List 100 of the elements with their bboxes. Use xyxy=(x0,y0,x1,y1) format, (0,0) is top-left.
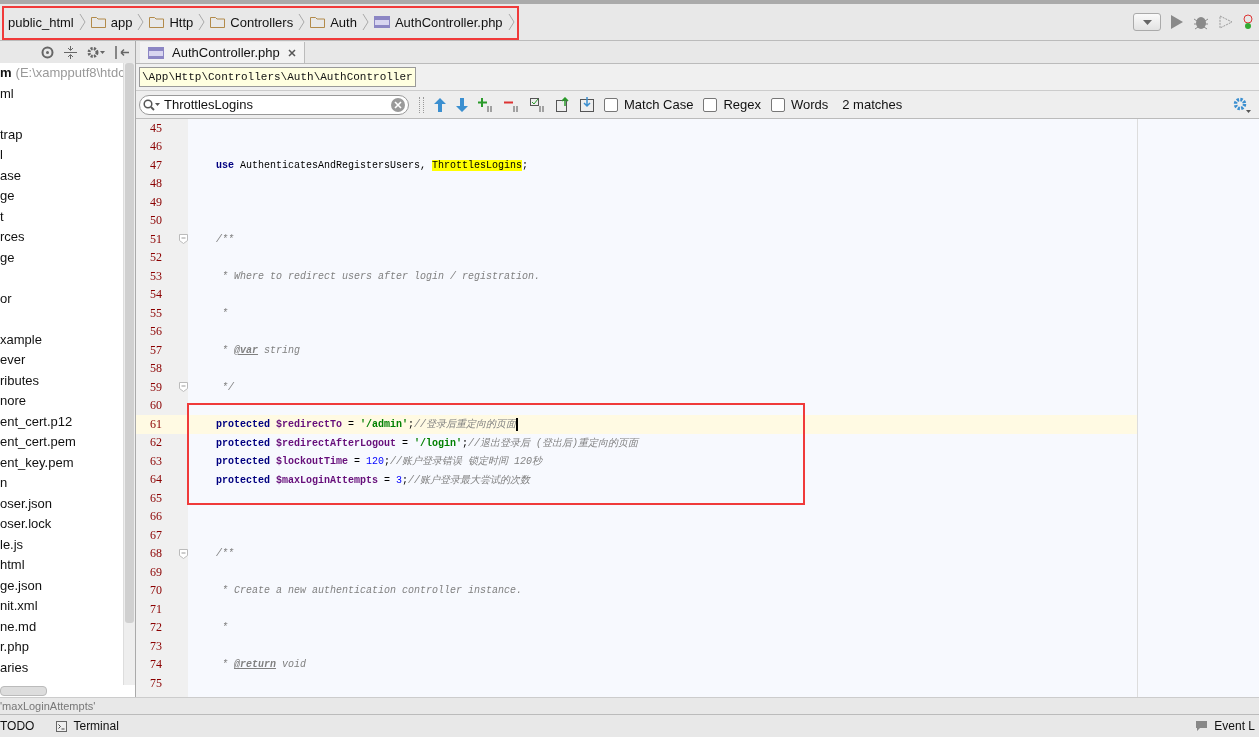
folder-icon xyxy=(310,16,326,28)
php-file-icon xyxy=(373,16,390,28)
tree-item[interactable]: html xyxy=(0,557,25,572)
tree-item[interactable]: or xyxy=(0,290,12,306)
tree-item[interactable]: ml xyxy=(0,85,14,101)
search-icon[interactable] xyxy=(143,98,161,111)
tool-window-button[interactable]: Terminal xyxy=(56,719,119,733)
line-number: 70 xyxy=(149,583,163,599)
line-number: 68 xyxy=(149,546,163,562)
tree-item[interactable]: oser.json xyxy=(0,495,53,511)
tree-item[interactable]: trap xyxy=(0,126,23,142)
checkbox[interactable] xyxy=(604,97,618,112)
line-number: 45 xyxy=(149,120,163,136)
project-root-name[interactable]: m xyxy=(0,65,12,80)
tree-item[interactable]: ever xyxy=(0,352,26,367)
chevron-icon xyxy=(361,13,369,31)
scrollbar-thumb[interactable] xyxy=(0,686,47,696)
clear-icon[interactable] xyxy=(391,97,405,112)
scrollbar-thumb[interactable] xyxy=(125,63,134,623)
code-line: protected $redirectTo = '/admin';//登录后重定向的页面 xyxy=(216,417,519,432)
breadcrumb-item[interactable]: Http xyxy=(149,14,194,30)
bug-icon[interactable] xyxy=(1193,14,1209,30)
search-field[interactable]: ThrottlesLogins xyxy=(139,94,409,115)
tree-item[interactable]: ase xyxy=(0,167,21,183)
arrow-up-icon[interactable] xyxy=(434,97,446,112)
add-occurrence-icon[interactable] xyxy=(478,97,494,112)
editor-tab[interactable]: AuthController.php xyxy=(140,42,305,63)
line-number: 52 xyxy=(149,250,163,266)
collapse-icon[interactable] xyxy=(64,45,77,59)
breadcrumb-item[interactable]: Controllers xyxy=(210,14,294,30)
option-label[interactable]: Words xyxy=(790,97,829,112)
tree-item[interactable]: ge xyxy=(0,188,15,203)
tree-item[interactable]: ributes xyxy=(0,372,40,388)
chevron-icon xyxy=(198,13,206,31)
line-number: 61 xyxy=(149,416,163,432)
tree-item[interactable]: le.js xyxy=(0,536,24,552)
line-number: 60 xyxy=(149,398,163,414)
import-icon[interactable] xyxy=(580,97,594,112)
line-number: 74 xyxy=(149,657,163,673)
tool-window-button[interactable]: TODO xyxy=(0,719,35,733)
tree-item[interactable]: ge.json xyxy=(0,577,42,593)
line-number: 51 xyxy=(149,231,163,247)
code-line: protected $lockoutTime = 120;//账户登录错误 锁定时间 120秒 xyxy=(216,454,543,469)
target-icon[interactable] xyxy=(41,45,54,59)
tree-item[interactable]: n xyxy=(0,475,8,490)
line-number: 49 xyxy=(149,194,163,210)
breadcrumb-item[interactable]: public_html xyxy=(8,14,74,30)
line-number: 53 xyxy=(149,268,163,284)
checkbox[interactable] xyxy=(770,97,785,112)
caret-icon xyxy=(1142,19,1152,25)
folder-icon xyxy=(210,16,226,28)
folder-icon xyxy=(90,16,106,28)
settings-icon[interactable] xyxy=(87,45,105,59)
select-all-icon[interactable] xyxy=(530,97,546,112)
chevron-icon xyxy=(298,13,306,31)
settings-icon[interactable] xyxy=(1233,96,1251,113)
tree-item[interactable]: ent_cert.p12 xyxy=(0,413,73,429)
code-line: * xyxy=(221,307,228,319)
line-number: 54 xyxy=(149,287,163,303)
line-number: 64 xyxy=(149,472,163,488)
hide-panel-icon[interactable] xyxy=(115,45,129,59)
chevron-icon xyxy=(507,13,515,31)
export-icon[interactable] xyxy=(556,97,570,112)
tree-item[interactable]: ge xyxy=(0,249,15,265)
breadcrumb-item[interactable]: AuthController.php xyxy=(373,14,503,30)
option-label[interactable]: Regex xyxy=(723,97,761,112)
code-line: /** xyxy=(216,548,234,560)
code-line: protected $redirectAfterLogout = '/login';//退出登录后 (登出后)重定向的页面 xyxy=(216,436,639,450)
breadcrumb-item[interactable]: app xyxy=(90,14,133,30)
tree-item[interactable]: xample xyxy=(0,331,42,347)
tree-item[interactable]: rces xyxy=(0,229,25,244)
code-line: use AuthenticatesAndRegistersUsers, ThrottlesLogins; xyxy=(216,159,529,171)
arrow-down-icon[interactable] xyxy=(456,97,468,112)
tree-item[interactable]: t xyxy=(0,208,4,224)
run-config-dropdown[interactable] xyxy=(1133,13,1161,31)
match-count: 2 matches xyxy=(842,97,903,112)
tree-item[interactable]: ne.md xyxy=(0,618,37,634)
line-number: 47 xyxy=(149,157,163,173)
tree-item[interactable]: r.php xyxy=(0,639,29,654)
terminal-icon xyxy=(56,720,68,732)
checkbox[interactable] xyxy=(703,97,718,112)
option-label[interactable]: Match Case xyxy=(624,97,694,112)
breadcrumb-item[interactable]: Auth xyxy=(310,14,357,30)
tree-item[interactable]: oser.lock xyxy=(0,516,52,531)
tree-item[interactable]: ent_key.pem xyxy=(0,454,74,470)
chevron-icon xyxy=(137,13,145,31)
tree-item[interactable]: aries xyxy=(0,659,29,675)
tree-item[interactable]: nore xyxy=(0,393,27,408)
tool-window-button[interactable]: Event L xyxy=(1195,719,1255,733)
tree-item[interactable]: nit.xml xyxy=(0,598,38,613)
chevron-icon xyxy=(78,13,86,31)
speech-bubble-icon xyxy=(1195,720,1209,732)
tree-item[interactable]: l xyxy=(0,147,3,162)
line-number: 46 xyxy=(149,139,163,155)
folder-icon xyxy=(149,16,165,28)
run-icon[interactable] xyxy=(1170,14,1184,30)
line-number: 59 xyxy=(149,379,163,395)
line-number: 50 xyxy=(149,213,163,229)
tree-item[interactable]: ent_cert.pem xyxy=(0,434,76,449)
close-icon[interactable] xyxy=(287,48,296,57)
